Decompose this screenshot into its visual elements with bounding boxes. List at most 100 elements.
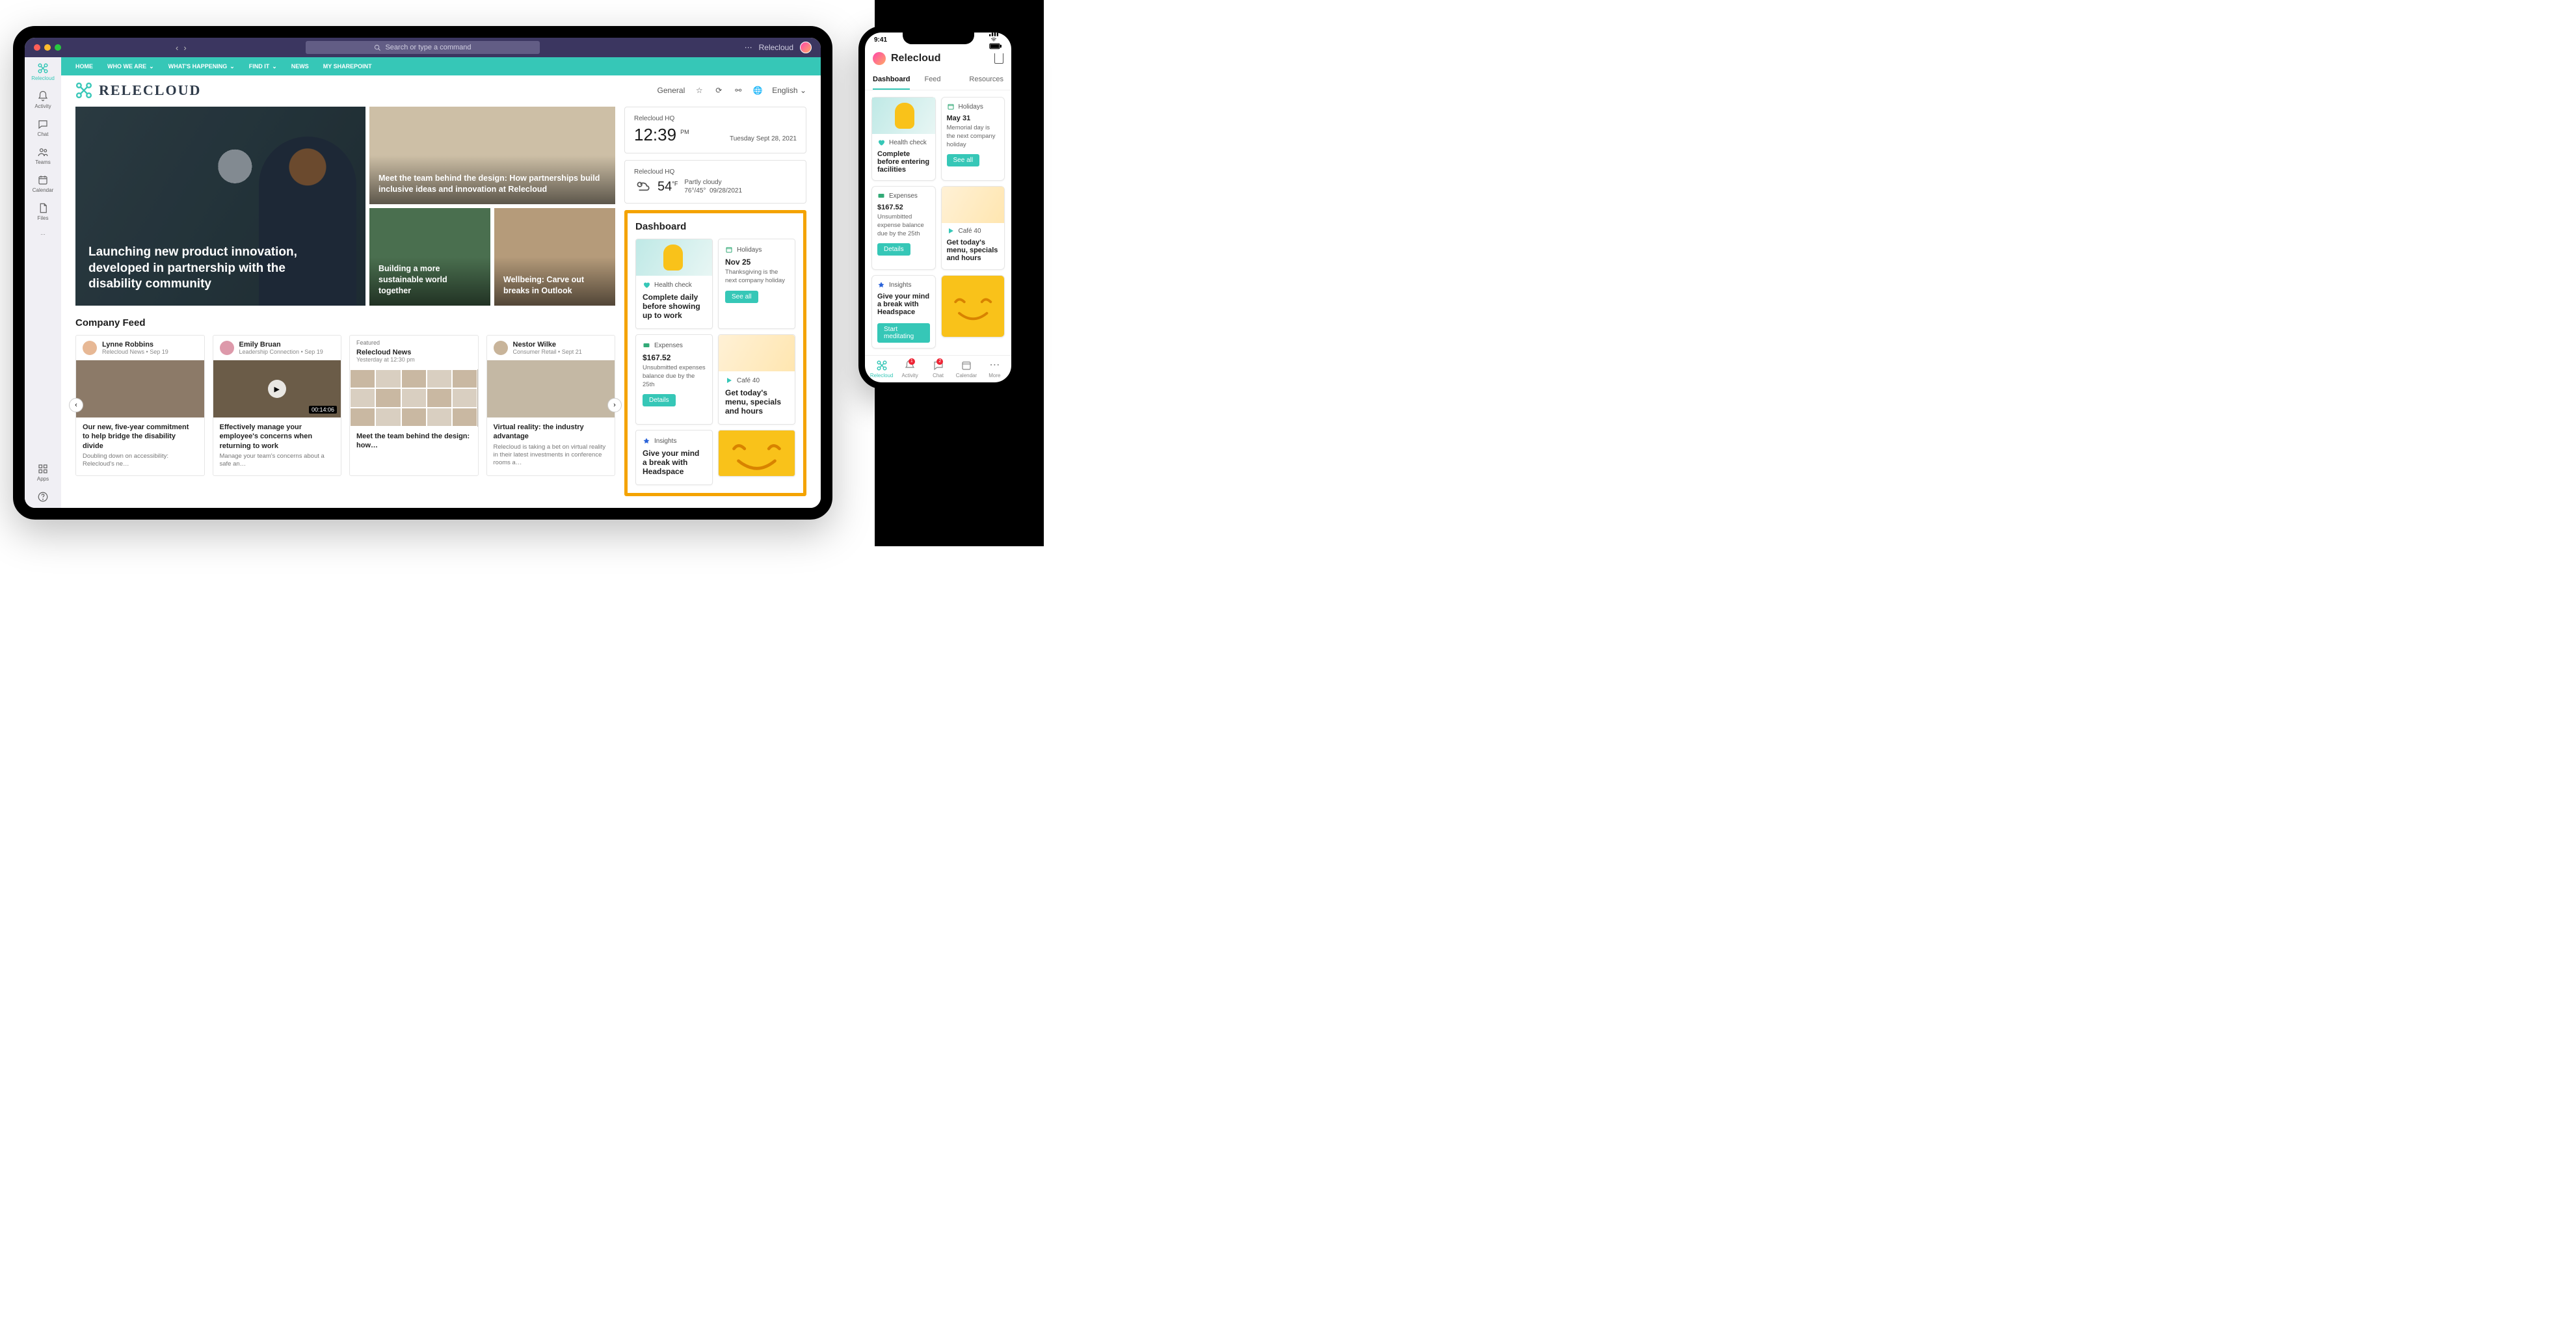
rail-more[interactable]: … [40, 230, 46, 236]
star-icon[interactable]: ☆ [694, 85, 704, 96]
signal-icon [989, 30, 998, 36]
window-minimize-icon[interactable] [44, 44, 51, 51]
tab-feed[interactable]: Feed [924, 70, 940, 90]
titlebar: ‹ › Search or type a command ⋯ Relecloud [25, 38, 821, 57]
bookmark-icon[interactable] [994, 53, 1003, 64]
feed-prev-button[interactable]: ‹ [69, 398, 83, 412]
status-time: 9:41 [874, 36, 887, 44]
calendar-icon [37, 174, 49, 186]
ph-cafe[interactable]: Café 40 Get today's menu, specials and h… [941, 186, 1005, 270]
rail-calendar[interactable]: Calendar [33, 174, 53, 193]
details-button[interactable]: Details [643, 394, 676, 406]
feed-card[interactable]: Emily Bruan Leadership Connection • Sep … [213, 335, 342, 476]
dash-insights[interactable]: Insights Give your mind a break with Hea… [635, 430, 713, 485]
details-button[interactable]: Details [877, 243, 910, 256]
search-icon [374, 44, 381, 51]
ph-headspace[interactable] [941, 275, 1005, 338]
command-search[interactable]: Search or type a command [306, 41, 540, 54]
dash-headspace[interactable] [718, 430, 795, 477]
clock-time: 12:39 [634, 125, 676, 145]
rail-teams[interactable]: Teams [35, 146, 51, 165]
window-zoom-icon[interactable] [55, 44, 61, 51]
nav-relecloud[interactable]: Relecloud [868, 360, 896, 378]
link-icon[interactable]: ⚯ [733, 85, 743, 96]
language-select[interactable]: English ⌄ [772, 86, 806, 95]
nav-happening[interactable]: WHAT'S HAPPENING ⌄ [168, 63, 235, 70]
more-icon[interactable]: ⋯ [745, 43, 752, 52]
phone-bottom-nav: Relecloud 1 Activity 2 Chat Calendar ⋯ M… [865, 355, 1011, 382]
nav-news[interactable]: NEWS [291, 63, 309, 70]
more-icon: ⋯ [989, 360, 1000, 371]
feed-thumb: ▶ 00:14:06 [213, 360, 341, 417]
activity-badge: 1 [909, 358, 915, 365]
chat-icon [37, 118, 49, 130]
feed-card[interactable]: Nestor Wilke Consumer Retail • Sept 21 V… [486, 335, 616, 476]
refresh-icon[interactable]: ⟳ [713, 85, 724, 96]
expenses-icon [643, 341, 650, 349]
phone-header: Relecloud [865, 47, 1011, 70]
nav-mysp[interactable]: MY SHAREPOINT [323, 63, 372, 70]
relecloud-app-icon [876, 360, 888, 371]
dashboard: Dashboard Health check Complete daily be… [624, 210, 806, 496]
rail-files[interactable]: Files [37, 202, 49, 221]
relecloud-logo-icon [75, 82, 92, 99]
video-duration: 00:14:06 [309, 406, 337, 414]
dash-cafe[interactable]: Café 40 Get today's menu, specials and h… [718, 334, 795, 425]
nav-chat[interactable]: 2 Chat [924, 360, 952, 378]
back-icon[interactable]: ‹ [176, 43, 178, 53]
author-avatar [494, 341, 508, 355]
feed-card[interactable]: Lynne Robbins Relecloud News • Sep 19 Ou… [75, 335, 205, 476]
tab-resources[interactable]: Resources [969, 70, 1003, 90]
start-meditating-button[interactable]: Start meditating [877, 323, 930, 343]
nav-calendar[interactable]: Calendar [952, 360, 980, 378]
ph-holidays[interactable]: Holidays May 31 Memorial day is the next… [941, 97, 1005, 181]
rail-activity[interactable]: Activity [34, 90, 51, 109]
rail-chat[interactable]: Chat [37, 118, 49, 137]
user-avatar[interactable] [800, 42, 812, 53]
chevron-down-icon: ⌄ [230, 63, 235, 70]
tab-general[interactable]: General [657, 86, 685, 95]
tab-dashboard[interactable]: Dashboard [873, 70, 910, 90]
dash-health[interactable]: Health check Complete daily before showi… [635, 239, 713, 329]
user-avatar[interactable] [873, 52, 886, 65]
dash-expenses[interactable]: Expenses $167.52 Unsubmitted expenses ba… [635, 334, 713, 425]
people-icon [37, 146, 49, 158]
insights-icon [643, 437, 650, 445]
dashboard-title: Dashboard [635, 221, 795, 232]
calendar-icon [725, 246, 733, 254]
rail-relecloud[interactable]: Relecloud [31, 62, 55, 81]
hero-secondary[interactable]: Meet the team behind the design: How par… [369, 107, 615, 204]
main-left: Launching new product innovation, develo… [75, 107, 615, 496]
status-icons [989, 30, 1002, 49]
teams-rail: Relecloud Activity Chat Teams Calendar F… [25, 57, 61, 508]
ph-health[interactable]: Health check Complete before entering fa… [871, 97, 936, 181]
history-nav: ‹ › [176, 43, 187, 53]
ph-expenses[interactable]: Expenses $167.52 Unsumbitted expense bal… [871, 186, 936, 270]
apps-icon [37, 463, 49, 475]
feed-heading: Company Feed [75, 317, 615, 328]
feed-card-featured[interactable]: Featured Relecloud News Yesterday at 12:… [349, 335, 479, 476]
forward-icon[interactable]: › [183, 43, 186, 53]
see-all-button[interactable]: See all [725, 291, 758, 303]
nav-who[interactable]: WHO WE ARE ⌄ [107, 63, 154, 70]
nav-more[interactable]: ⋯ More [981, 360, 1009, 378]
ph-insights[interactable]: Insights Give your mind a break with Hea… [871, 275, 936, 349]
see-all-button[interactable]: See all [947, 154, 980, 166]
health-illustration [872, 98, 935, 134]
hero-primary[interactable]: Launching new product innovation, develo… [75, 107, 365, 306]
hero-tertiary-2[interactable]: Wellbeing: Carve out breaks in Outlook [494, 208, 615, 306]
play-icon: ▶ [268, 380, 286, 398]
nav-activity[interactable]: 1 Activity [896, 360, 923, 378]
main-right: Relecloud HQ 12:39 PM Tuesday Sept 28, 2… [624, 107, 806, 496]
hero-primary-title: Launching new product innovation, develo… [88, 245, 323, 293]
hero-tertiary-1[interactable]: Building a more sustainable world togeth… [369, 208, 490, 306]
feed-next-button[interactable]: › [607, 398, 622, 412]
tenant-name: Relecloud [759, 43, 793, 52]
nav-findit[interactable]: FIND IT ⌄ [249, 63, 277, 70]
rail-help[interactable] [37, 491, 49, 503]
window-close-icon[interactable] [34, 44, 40, 51]
nav-home[interactable]: HOME [75, 63, 93, 70]
rail-apps[interactable]: Apps [37, 463, 49, 482]
cafe-illustration [942, 187, 1005, 223]
dash-holidays[interactable]: Holidays Nov 25 Thanksgiving is the next… [718, 239, 795, 329]
